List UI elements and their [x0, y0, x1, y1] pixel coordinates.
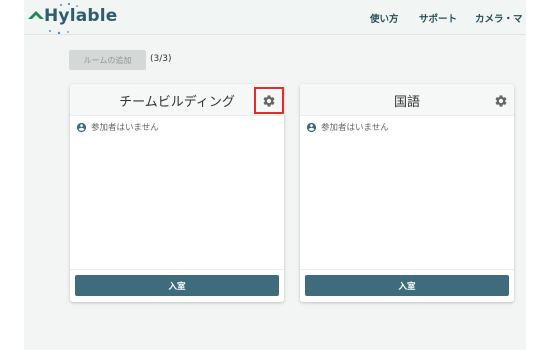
participants-status: 参加者はいません [306, 121, 389, 133]
app-root: Hylable 使い方 サポート カメラ・マ ルームの追加 (3/3) チームビ… [24, 0, 526, 350]
top-header: Hylable 使い方 サポート カメラ・マ [24, 0, 526, 35]
room-card-footer: 入室 [300, 269, 514, 302]
enter-room-button[interactable]: 入室 [305, 275, 509, 296]
participants-status: 参加者はいません [76, 121, 159, 133]
participants-text: 参加者はいません [91, 123, 159, 133]
logo-text: Hylable [44, 6, 118, 26]
room-title: チームビルディング [119, 95, 235, 110]
gear-icon[interactable] [494, 94, 508, 108]
room-card-footer: 入室 [70, 269, 284, 302]
room-title: 国語 [393, 95, 420, 110]
room-count: (3/3) [150, 54, 172, 64]
room-card-header: 国語 [300, 84, 514, 116]
room-card: 国語 参加者はいません 入室 [300, 84, 514, 302]
settings-highlight-box [254, 87, 284, 114]
room-card-header: チームビルディング [70, 84, 284, 116]
nav-how-to-use[interactable]: 使い方 [370, 11, 399, 25]
enter-room-button[interactable]: 入室 [75, 275, 279, 296]
account-circle-icon [306, 122, 317, 132]
nav-support[interactable]: サポート [419, 11, 457, 25]
participants-text: 参加者はいません [321, 123, 389, 133]
room-card: チームビルディング 参加者はいません 入室 [70, 84, 284, 302]
nav-camera-mic[interactable]: カメラ・マ [475, 11, 523, 25]
account-circle-icon [76, 122, 87, 132]
hylable-logo[interactable]: Hylable [26, 2, 117, 35]
add-room-button[interactable]: ルームの追加 [69, 50, 146, 70]
